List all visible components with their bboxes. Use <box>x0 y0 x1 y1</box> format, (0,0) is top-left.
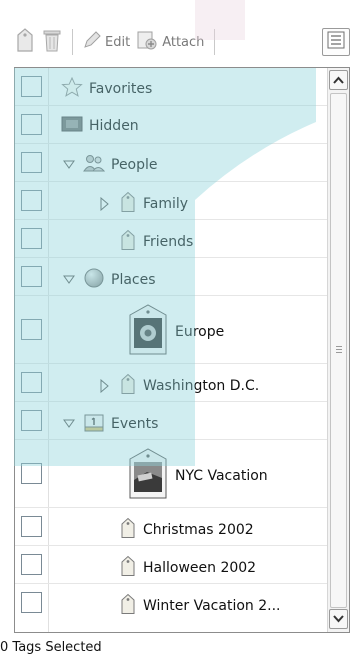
tag-checkbox[interactable] <box>21 410 42 431</box>
toolbar-separator <box>214 29 216 55</box>
star-icon <box>61 76 83 101</box>
tag-icon <box>119 593 137 619</box>
tag-label: Halloween 2002 <box>143 560 257 576</box>
tag-checkbox[interactable] <box>21 266 42 287</box>
tag-row-family[interactable]: Family <box>15 182 328 220</box>
tag-checkbox[interactable] <box>21 76 42 97</box>
tag-row-favorites[interactable]: Favorites <box>15 68 328 106</box>
tag-label: Favorites <box>89 81 153 97</box>
tag-label: Washington D.C. <box>143 378 260 394</box>
tag-row-winter-vacation[interactable]: Winter Vacation 2... <box>15 584 328 632</box>
tag-checkbox[interactable] <box>21 372 42 393</box>
photo-thumbnail-europe <box>127 304 169 360</box>
tag-label: Winter Vacation 2... <box>143 598 281 614</box>
tag-label: Hidden <box>89 118 139 134</box>
chevron-up-icon <box>333 73 344 88</box>
tag-checkbox[interactable] <box>21 516 42 537</box>
tag-label: Friends <box>143 234 194 250</box>
tag-icon <box>119 555 137 581</box>
tag-checkbox[interactable] <box>21 228 42 249</box>
tag-row-europe[interactable]: Europe <box>15 296 328 364</box>
delete-tag-button[interactable] <box>42 28 62 56</box>
tag-row-hidden[interactable]: Hidden <box>15 106 328 144</box>
edit-button[interactable]: Edit <box>83 28 130 56</box>
expanded-triangle-icon[interactable] <box>61 419 77 429</box>
tag-row-people[interactable]: People <box>15 144 328 182</box>
tag-label: Family <box>143 196 189 212</box>
scroll-down-button[interactable] <box>329 609 348 629</box>
trash-icon <box>42 27 62 57</box>
tag-checkbox[interactable] <box>21 554 42 575</box>
attach-icon <box>136 29 158 55</box>
tag-icon <box>119 517 137 543</box>
tag-label: Places <box>111 272 156 288</box>
tag-checkbox[interactable] <box>21 463 42 484</box>
tag-row-friends[interactable]: Friends <box>15 220 328 258</box>
view-mode-button[interactable] <box>322 28 350 56</box>
scrollbar-thumb[interactable] <box>330 93 347 608</box>
tag-row-events[interactable]: Events <box>15 402 328 440</box>
edit-label: Edit <box>105 34 131 50</box>
photo-thumbnail-nyc <box>127 448 169 504</box>
tag-checkbox[interactable] <box>21 592 42 613</box>
tag-row-places[interactable]: Places <box>15 258 328 296</box>
tag-row-nyc-vacation[interactable]: NYC Vacation <box>15 440 328 508</box>
tag-list[interactable]: Favorites Hidden People Family Friends P… <box>14 67 350 633</box>
tag-checkbox[interactable] <box>21 190 42 211</box>
scroll-up-button[interactable] <box>329 70 348 90</box>
tag-icon <box>119 373 137 399</box>
hidden-tag-icon <box>61 115 83 137</box>
pencil-icon <box>83 31 101 53</box>
tag-selector-window: Edit Attach Favorites Hidden People Fami… <box>0 0 355 658</box>
attach-label: Attach <box>162 34 205 50</box>
collapsed-triangle-icon[interactable] <box>97 197 113 211</box>
tag-label: Christmas 2002 <box>143 522 254 538</box>
chevron-down-icon <box>333 612 344 627</box>
expanded-triangle-icon[interactable] <box>61 160 77 170</box>
tag-checkbox[interactable] <box>21 319 42 340</box>
globe-icon <box>83 267 105 293</box>
collapsed-triangle-icon[interactable] <box>97 379 113 393</box>
list-view-icon <box>327 31 345 53</box>
attach-button[interactable]: Attach <box>136 28 204 56</box>
tag-label: People <box>111 157 158 173</box>
new-tag-button[interactable] <box>14 28 36 56</box>
expanded-triangle-icon[interactable] <box>61 275 77 285</box>
tag-row-washington[interactable]: Washington D.C. <box>15 364 328 402</box>
tag-checkbox[interactable] <box>21 114 42 135</box>
status-bar-text: 0 Tags Selected <box>0 640 102 655</box>
tag-toolbar: Edit Attach <box>14 24 350 60</box>
tag-checkbox[interactable] <box>21 152 42 173</box>
tag-label: Europe <box>175 324 225 340</box>
tag-icon <box>119 191 137 217</box>
tag-row-halloween-2002[interactable]: Halloween 2002 <box>15 546 328 584</box>
tag-icon <box>119 229 137 255</box>
tag-label: NYC Vacation <box>175 468 268 484</box>
tag-label: Events <box>111 416 159 432</box>
tag-row-christmas-2002[interactable]: Christmas 2002 <box>15 508 328 546</box>
people-icon <box>83 153 106 177</box>
calendar-icon <box>83 411 105 437</box>
vertical-scrollbar[interactable] <box>327 68 349 632</box>
toolbar-separator <box>72 29 73 55</box>
new-tag-icon <box>14 27 36 57</box>
